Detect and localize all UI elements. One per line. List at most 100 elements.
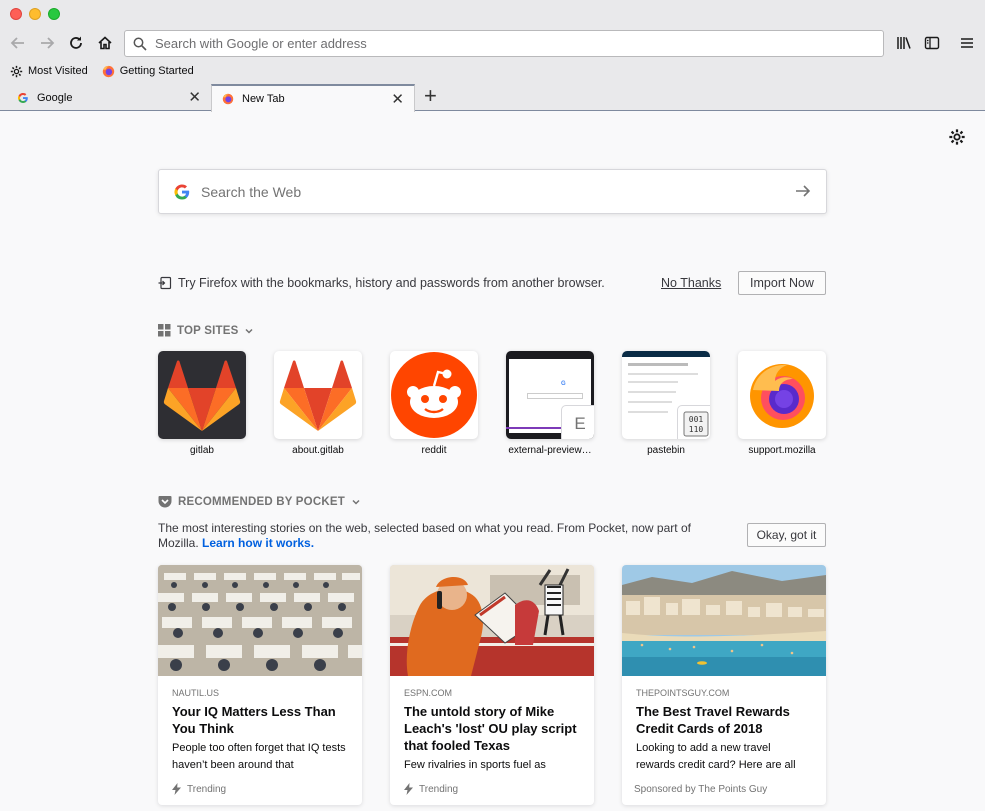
tab-google[interactable]: Google ✕ [7, 84, 211, 111]
preview-searchbar [527, 393, 583, 399]
address-bar[interactable] [124, 30, 884, 57]
bookmark-label: Most Visited [28, 65, 88, 77]
gear-icon [949, 129, 965, 145]
story-context-label: Trending [419, 783, 459, 795]
story-title: The Best Travel Rewards Credit Cards of … [636, 704, 790, 736]
lightning-bolt-icon [404, 783, 413, 795]
close-window-button[interactable] [10, 8, 22, 20]
address-input[interactable] [155, 36, 855, 51]
story-context-label: Trending [187, 783, 227, 795]
minimize-window-button[interactable] [29, 8, 41, 20]
top-site-about-gitlab[interactable]: about.gitlab [274, 351, 362, 456]
chevron-down-icon[interactable] [244, 326, 254, 336]
tab-label: Google [37, 91, 73, 104]
site-name: gitlab [190, 445, 214, 456]
story-title: Your IQ Matters Less Than You Think [172, 704, 336, 736]
top-site-external-preview[interactable]: G E external-preview… [506, 351, 594, 456]
svg-text:001: 001 [689, 415, 704, 424]
svg-text:110: 110 [689, 425, 704, 434]
home-icon [98, 36, 112, 50]
title-bar [0, 0, 985, 27]
navigation-toolbar [0, 27, 985, 60]
reload-button[interactable] [64, 31, 88, 55]
firefox-logo-icon [750, 364, 814, 428]
site-thumbnail: 001 110 [622, 351, 710, 439]
reddit-logo-icon [391, 352, 477, 438]
library-button[interactable] [892, 31, 916, 55]
site-name: pastebin [647, 445, 685, 456]
forward-arrow-icon [41, 37, 55, 49]
site-name: reddit [421, 445, 447, 456]
pocket-description: The most interesting stories on the web,… [158, 521, 718, 551]
preview-line [628, 363, 688, 366]
home-button[interactable] [93, 31, 117, 55]
back-arrow-icon [10, 37, 24, 49]
story-image-football-illustration [390, 565, 594, 676]
bookmark-getting-started[interactable]: Getting Started [102, 65, 194, 78]
preview-line [628, 391, 676, 393]
gitlab-logo-icon [163, 360, 241, 431]
story-context: Sponsored by The Points Guy [634, 784, 767, 795]
site-name: external-preview… [508, 445, 592, 456]
arrow-right-icon[interactable] [794, 182, 812, 200]
story-context: Trending [172, 783, 226, 795]
story-card[interactable]: NAUTIL.US Your IQ Matters Less Than You … [158, 565, 362, 805]
import-banner: Try Firefox with the bookmarks, history … [158, 271, 827, 295]
sidebar-icon [924, 36, 940, 50]
bookmark-label: Getting Started [119, 65, 194, 77]
tab-label: New Tab [242, 93, 285, 105]
top-site-reddit[interactable]: reddit [390, 351, 478, 456]
close-tab-icon[interactable]: ✕ [391, 92, 404, 107]
site-badge-letter: E [561, 405, 594, 439]
import-message: Try Firefox with the bookmarks, history … [178, 276, 605, 290]
tab-strip: Google ✕ New Tab ✕ + [0, 82, 985, 112]
grid-icon [158, 324, 171, 337]
top-site-gitlab[interactable]: gitlab [158, 351, 246, 456]
firefox-icon [102, 65, 114, 77]
import-icon [158, 276, 172, 290]
story-source: ESPN.COM [404, 688, 453, 698]
top-site-pastebin[interactable]: 001 110 pastebin [622, 351, 710, 456]
story-title: The untold story of Mike Leach's 'lost' … [404, 704, 577, 753]
close-tab-icon[interactable]: ✕ [188, 90, 201, 105]
learn-more-link[interactable]: Learn how it works. [202, 536, 314, 550]
tab-new-tab[interactable]: New Tab ✕ [211, 84, 415, 112]
sidebar-button[interactable] [920, 31, 944, 55]
library-icon [897, 37, 911, 49]
preview-logo: G [561, 381, 566, 387]
top-sites-header[interactable]: TOP SITES [158, 324, 254, 337]
pocket-header[interactable]: RECOMMENDED BY POCKET [158, 495, 361, 508]
no-thanks-link[interactable]: No Thanks [661, 276, 721, 290]
story-card[interactable]: THEPOINTSGUY.COM The Best Travel Rewards… [622, 565, 826, 805]
web-search-box[interactable] [158, 169, 827, 214]
story-image-exam-hall [158, 565, 362, 676]
pocket-icon [158, 496, 172, 508]
site-thumbnail [738, 351, 826, 439]
section-title: TOP SITES [177, 324, 239, 337]
preview-header [622, 351, 710, 357]
lightning-bolt-icon [172, 783, 181, 795]
zoom-window-button[interactable] [48, 8, 60, 20]
new-tab-button[interactable]: + [424, 85, 437, 107]
bookmarks-toolbar: Most Visited Getting Started [0, 60, 985, 82]
top-site-support-mozilla[interactable]: support.mozilla [738, 351, 826, 456]
story-card[interactable]: ESPN.COM The untold story of Mike Leach'… [390, 565, 594, 805]
story-source: NAUTIL.US [172, 688, 220, 698]
forward-button[interactable] [35, 31, 59, 55]
web-search-input[interactable] [201, 183, 761, 200]
story-image-coastal-town [622, 565, 826, 676]
reload-icon [70, 36, 82, 49]
story-excerpt: Few rivalries in sports fuel as [404, 759, 546, 771]
bookmark-most-visited[interactable]: Most Visited [10, 65, 88, 78]
story-excerpt: Looking to add a new travel rewards cred… [636, 742, 796, 771]
import-now-button[interactable]: Import Now [738, 271, 826, 295]
customize-button[interactable] [948, 128, 966, 151]
menu-button[interactable] [955, 31, 979, 55]
hamburger-menu-icon [961, 38, 973, 48]
back-button[interactable] [6, 31, 30, 55]
preview-line [628, 411, 668, 413]
section-title: RECOMMENDED BY POCKET [178, 495, 345, 508]
chevron-down-icon[interactable] [351, 497, 361, 507]
site-name: support.mozilla [748, 445, 816, 456]
okay-got-it-button[interactable]: Okay, got it [747, 523, 826, 547]
